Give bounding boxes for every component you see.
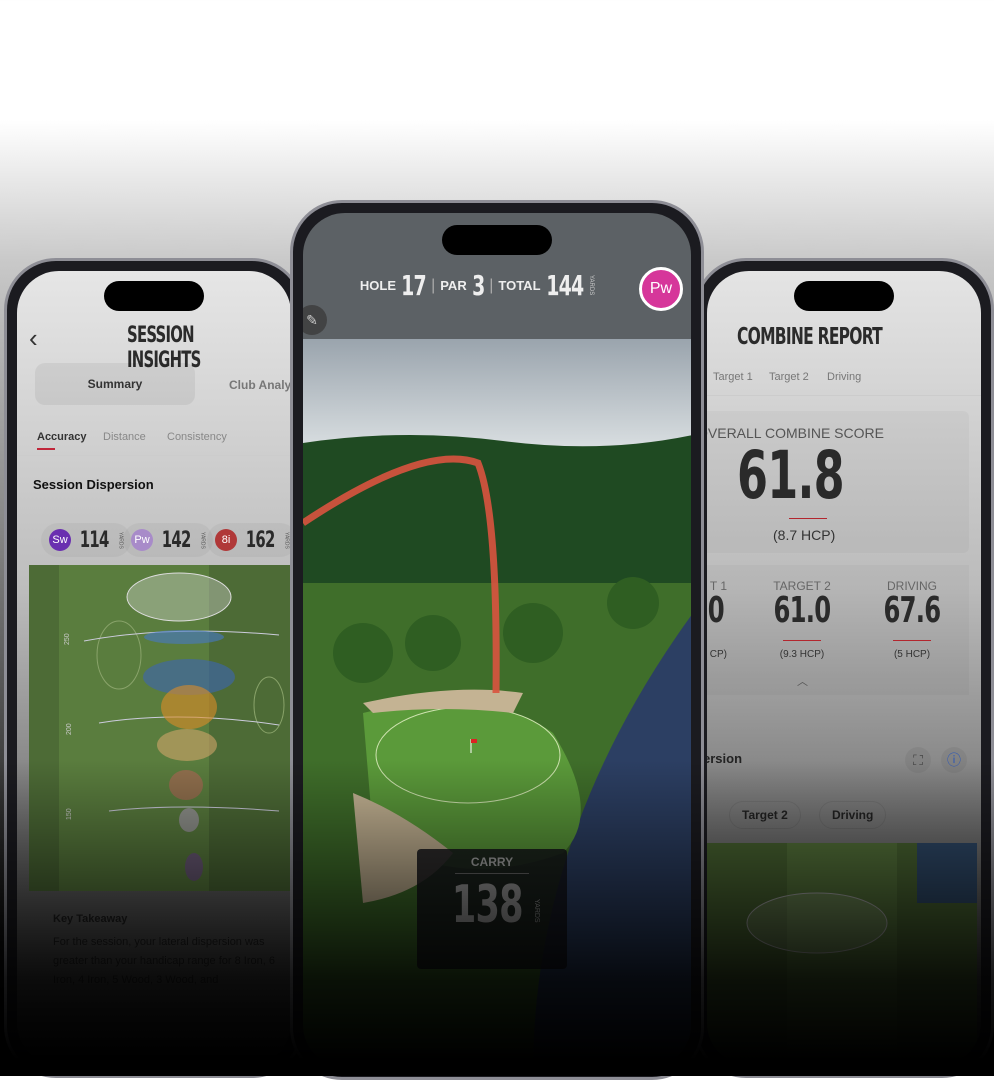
expand-icon[interactable]: ⛶	[905, 747, 931, 773]
score-value-text: 0	[708, 590, 725, 631]
club-distance: 162	[245, 527, 276, 553]
hole-info-bar: HOLE 17 | PAR 3 | TOTAL 144 YARDS	[303, 269, 691, 302]
dispersion-map[interactable]: 250 200 150	[29, 565, 291, 891]
shot-tracer-phone: HOLE 17 | PAR 3 | TOTAL 144 YARDS Pw ✎ C…	[290, 200, 704, 1080]
score-breakdown: T 1 0 CP) TARGET 2 61.0 (9.3 HCP) DRIVIN…	[707, 565, 969, 695]
club-badge: Sw	[49, 529, 71, 551]
score-hcp: (5 HCP)	[893, 649, 931, 660]
score-underline	[893, 640, 931, 641]
shot-tracer-screen: HOLE 17 | PAR 3 | TOTAL 144 YARDS Pw ✎ C…	[303, 213, 691, 1067]
svg-text:200: 200	[66, 723, 73, 735]
section-title: ersion	[707, 751, 743, 766]
score-value: 61.0	[757, 589, 847, 631]
score-value-text: 61.0	[773, 590, 832, 631]
svg-text:150: 150	[66, 808, 73, 820]
club-chip-pw[interactable]: Pw 142 YARDS	[123, 523, 214, 557]
separator: |	[431, 276, 436, 294]
chip-target-2[interactable]: Target 2	[729, 801, 801, 829]
svg-text:250: 250	[64, 633, 71, 645]
section-title: Session Dispersion	[33, 477, 154, 492]
club-chip-8i[interactable]: 8i 162 YARDS	[207, 523, 291, 557]
dynamic-island	[794, 281, 894, 311]
score-hcp: CP)	[709, 649, 727, 660]
score-underline	[783, 640, 821, 641]
unit: YARDS	[283, 531, 290, 549]
overall-hcp: (8.7 HCP)	[773, 527, 836, 543]
chevron-left-icon[interactable]: ‹	[29, 323, 38, 354]
par-number: 3	[471, 269, 485, 302]
carry-label: CARRY	[470, 855, 514, 869]
dispersion-map[interactable]	[707, 843, 977, 1065]
hole-number: 17	[401, 269, 427, 302]
score-hcp: (9.3 HCP)	[779, 649, 825, 660]
session-insights-phone: ‹ SESSION INSIGHTS Summary Club Analy Ac…	[4, 258, 304, 1078]
tab-target-1[interactable]: Target 1	[713, 371, 753, 383]
club-chip-sw[interactable]: Sw 114 YARDS	[41, 523, 132, 557]
divider	[17, 455, 291, 456]
club-badge-button[interactable]: Pw	[639, 267, 683, 311]
takeaway-title: Key Takeaway	[53, 913, 128, 925]
takeaway-text: For the session, your lateral dispersion…	[53, 936, 275, 986]
carry-panel: CARRY 138 YARDS	[417, 849, 567, 969]
score-value: 67.6	[867, 589, 957, 631]
overall-score: 61.8	[737, 437, 880, 514]
total-yards: 144	[545, 269, 584, 302]
total-unit: YARDS	[588, 275, 595, 296]
tab-distance[interactable]: Distance	[103, 431, 146, 443]
tab-driving[interactable]: Driving	[827, 371, 861, 383]
dynamic-island	[442, 225, 552, 255]
club-distance: 142	[161, 527, 192, 553]
club-badge: 8i	[215, 529, 237, 551]
dispersion-map-graphic: 250 200 150	[59, 565, 285, 891]
chip-driving[interactable]: Driving	[819, 801, 887, 829]
score-value-text: 67.6	[883, 590, 942, 631]
segment-summary[interactable]: Summary	[35, 363, 195, 405]
separator: |	[489, 276, 494, 294]
divider	[455, 873, 529, 874]
club-badge: Pw	[131, 529, 153, 551]
active-tab-indicator	[37, 448, 55, 450]
session-insights-screen: ‹ SESSION INSIGHTS Summary Club Analy Ac…	[17, 271, 291, 1065]
combine-report-screen: COMBINE REPORT Target 1 Target 2 Driving…	[707, 271, 981, 1065]
segment-club-analysis[interactable]: Club Analy	[229, 378, 291, 392]
divider	[707, 395, 981, 396]
overall-score-card: OVERALL COMBINE SCORE 61.8 (8.7 HCP)	[707, 411, 969, 553]
club-distance: 114	[79, 527, 110, 553]
tab-accuracy[interactable]: Accuracy	[37, 431, 87, 443]
total-label: TOTAL	[498, 278, 541, 293]
score-value: 0	[707, 589, 727, 631]
score-underline	[789, 518, 827, 519]
tab-consistency[interactable]: Consistency	[167, 431, 227, 443]
page-title: COMBINE REPORT	[737, 323, 930, 350]
carry-number: 138	[451, 875, 524, 935]
unit: YARDS	[199, 531, 206, 549]
carry-unit: YARDS	[533, 899, 540, 923]
combine-report-phone: COMBINE REPORT Target 1 Target 2 Driving…	[694, 258, 994, 1078]
par-label: PAR	[440, 278, 467, 293]
hole-label: HOLE	[359, 278, 396, 293]
tab-target-2[interactable]: Target 2	[769, 371, 809, 383]
collapse-chevron-icon[interactable]: ︿	[797, 673, 808, 689]
dynamic-island	[104, 281, 204, 311]
page-title-text: COMBINE REPORT	[737, 324, 883, 350]
overall-score-value: 61.8	[737, 437, 845, 514]
dispersion-map-graphic	[746, 843, 977, 1065]
info-icon[interactable]: ⓘ	[941, 747, 967, 773]
